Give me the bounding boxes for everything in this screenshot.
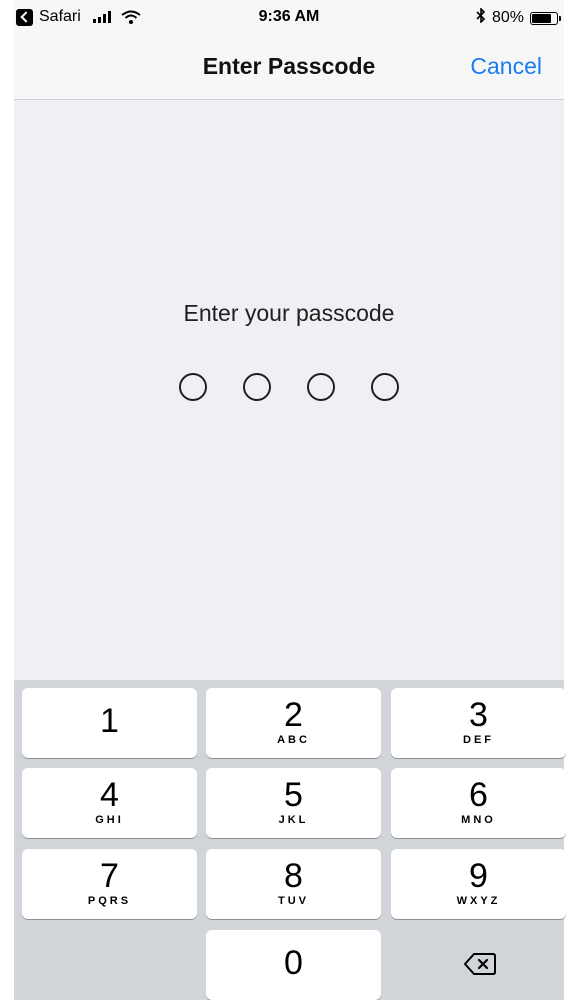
key-5[interactable]: 5 JKL xyxy=(206,768,381,838)
key-2[interactable]: 2 ABC xyxy=(206,688,381,758)
key-digit: 2 xyxy=(284,696,303,734)
key-0[interactable]: 0 xyxy=(206,930,381,1000)
passcode-prompt: Enter your passcode xyxy=(183,300,395,326)
cancel-button[interactable]: Cancel xyxy=(470,53,542,80)
nav-bar: Enter Passcode Cancel xyxy=(14,36,564,100)
key-7[interactable]: 7 PQRS xyxy=(22,849,197,919)
passcode-dot-2 xyxy=(243,373,271,401)
key-digit: 3 xyxy=(469,696,488,734)
key-digit: 1 xyxy=(100,702,119,740)
passcode-screen: Safari 9:36 AM 80% Enter Passcode Cancel… xyxy=(0,0,578,1000)
numeric-keypad: 1 2 ABC 3 DEF 4 GHI 5 JKL 6 MNO 7 PQRS 8… xyxy=(14,680,567,1000)
key-8[interactable]: 8 TUV xyxy=(206,849,381,919)
key-3[interactable]: 3 DEF xyxy=(391,688,566,758)
key-letters: ABC xyxy=(277,734,310,746)
passcode-dot-1 xyxy=(179,373,207,401)
passcode-dot-3 xyxy=(307,373,335,401)
key-digit: 7 xyxy=(100,857,119,895)
key-letters: JKL xyxy=(278,814,309,826)
key-digit: 8 xyxy=(284,857,303,895)
key-6[interactable]: 6 MNO xyxy=(391,768,566,838)
key-1[interactable]: 1 xyxy=(22,688,197,758)
key-letters: GHI xyxy=(95,814,124,826)
passcode-dot-4 xyxy=(371,373,399,401)
battery-icon xyxy=(530,11,561,25)
bluetooth-icon xyxy=(476,7,486,28)
key-4[interactable]: 4 GHI xyxy=(22,768,197,838)
status-bar: Safari 9:36 AM 80% xyxy=(14,0,564,36)
battery-fill xyxy=(532,13,552,23)
key-letters: MNO xyxy=(461,814,496,826)
delete-button[interactable] xyxy=(392,931,567,1000)
passcode-dots xyxy=(14,373,564,401)
key-digit: 4 xyxy=(100,776,119,814)
key-digit: 9 xyxy=(469,857,488,895)
key-digit: 5 xyxy=(284,776,303,814)
key-digit: 6 xyxy=(469,776,488,814)
key-letters: PQRS xyxy=(87,895,132,907)
status-right: 80% xyxy=(476,7,561,28)
backspace-icon xyxy=(463,952,496,981)
key-9[interactable]: 9 WXYZ xyxy=(391,849,566,919)
key-letters: WXYZ xyxy=(456,895,501,907)
key-letters: TUV xyxy=(278,895,309,907)
battery-percent: 80% xyxy=(491,9,524,26)
key-letters: DEF xyxy=(463,734,494,746)
key-digit: 0 xyxy=(284,944,303,982)
